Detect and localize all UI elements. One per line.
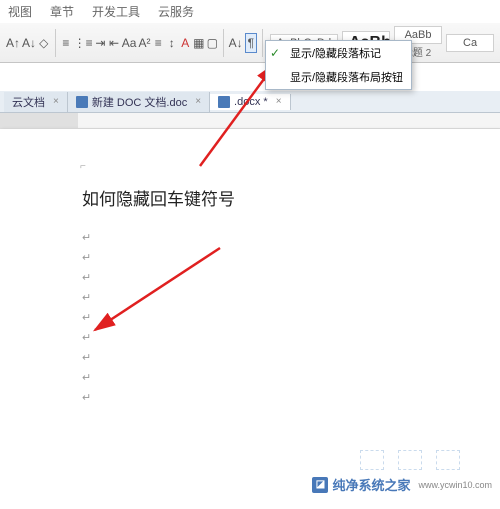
document-tab-bar: 云文档 × 新建 DOC 文档.doc × .docx * × [0, 91, 500, 113]
dropdown-item-label: 显示/隐藏段落标记 [290, 45, 381, 61]
horizontal-ruler[interactable] [0, 113, 500, 129]
tab-active-doc[interactable]: .docx * × [210, 94, 290, 110]
clear-format-icon[interactable]: ◇ [38, 33, 50, 53]
document-body-text[interactable]: 如何隐藏回车键符号 [82, 185, 500, 210]
list-number-icon[interactable]: ⋮≡ [74, 33, 93, 53]
cursor-indicator: ⌐ [80, 161, 86, 172]
tab-label: 新建 DOC 文档.doc [92, 94, 187, 110]
style-default-chip[interactable]: Ca [446, 34, 494, 52]
font-shrink-icon[interactable]: A↓ [22, 33, 36, 53]
faint-icon [398, 450, 422, 470]
separator [55, 29, 56, 57]
font-grow-icon[interactable]: A↑ [6, 33, 20, 53]
doc-icon [76, 96, 88, 108]
ribbon-toolbar: A↑ A↓ ◇ ≡ ⋮≡ ⇥ ⇤ Aa A² ≡ ↕ A ▦ ▢ A↓ ¶ Aa… [0, 23, 500, 63]
list-bullet-icon[interactable]: ≡ [60, 33, 72, 53]
paragraph-mark: ↵ [82, 288, 500, 308]
menu-view[interactable]: 视图 [8, 3, 32, 20]
case-icon[interactable]: Aa [122, 33, 137, 53]
indent-icon[interactable]: ⇥ [95, 33, 107, 53]
watermark: ◪ 纯净系统之家 www.ycwin10.com [312, 475, 492, 494]
paragraph-mark: ↵ [82, 268, 500, 288]
check-icon: ✓ [270, 46, 284, 60]
close-icon[interactable]: × [53, 96, 59, 107]
watermark-logo-icon: ◪ [312, 477, 328, 493]
paragraph-mark: ↵ [82, 348, 500, 368]
paragraph-mark: ↵ [82, 308, 500, 328]
tab-new-doc[interactable]: 新建 DOC 文档.doc × [68, 92, 210, 112]
faint-icon [436, 450, 460, 470]
dropdown-item-label: 显示/隐藏段落布局按钮 [290, 69, 403, 85]
superscript-icon[interactable]: A² [138, 33, 150, 53]
watermark-url: www.ycwin10.com [418, 480, 492, 490]
menu-chapter[interactable]: 章节 [50, 3, 74, 20]
sort-icon[interactable]: A↓ [229, 33, 243, 53]
align-icon[interactable]: ≡ [152, 33, 164, 53]
separator [262, 29, 263, 57]
shading-icon[interactable]: ▦ [193, 33, 205, 53]
paragraph-mark-dropdown: ✓ 显示/隐藏段落标记 显示/隐藏段落布局按钮 [265, 40, 412, 90]
tab-label: 云文档 [12, 94, 45, 110]
doc-icon [218, 96, 230, 108]
ruler-margin-shade [0, 113, 78, 128]
faint-icon [360, 450, 384, 470]
bottom-faint-icons [360, 450, 460, 470]
linespacing-icon[interactable]: ↕ [166, 33, 178, 53]
outdent-icon[interactable]: ⇤ [108, 33, 120, 53]
paragraph-marks-column: ↵ ↵ ↵ ↵ ↵ ↵ ↵ ↵ ↵ [82, 228, 500, 408]
dropdown-toggle-layout-buttons[interactable]: 显示/隐藏段落布局按钮 [266, 65, 411, 89]
paragraph-mark: ↵ [82, 248, 500, 268]
paragraph-mark: ↵ [82, 388, 500, 408]
menu-cloud[interactable]: 云服务 [158, 3, 194, 20]
separator [223, 29, 224, 57]
border-icon[interactable]: ▢ [207, 33, 219, 53]
menu-tab-row: 视图 章节 开发工具 云服务 [0, 0, 500, 23]
close-icon[interactable]: × [195, 96, 201, 107]
paragraph-mark: ↵ [82, 228, 500, 248]
watermark-brand: 纯净系统之家 [332, 475, 410, 494]
paragraph-mark: ↵ [82, 368, 500, 388]
tab-cloud-doc[interactable]: 云文档 × [4, 92, 68, 112]
dropdown-toggle-paragraph-marks[interactable]: ✓ 显示/隐藏段落标记 [266, 41, 411, 65]
paragraph-mark: ↵ [82, 328, 500, 348]
font-color-icon[interactable]: A [180, 33, 192, 53]
close-icon[interactable]: × [276, 96, 282, 107]
menu-devtools[interactable]: 开发工具 [92, 3, 140, 20]
tab-label: .docx * [234, 96, 268, 108]
paragraph-mark-icon[interactable]: ¶ [245, 33, 257, 53]
